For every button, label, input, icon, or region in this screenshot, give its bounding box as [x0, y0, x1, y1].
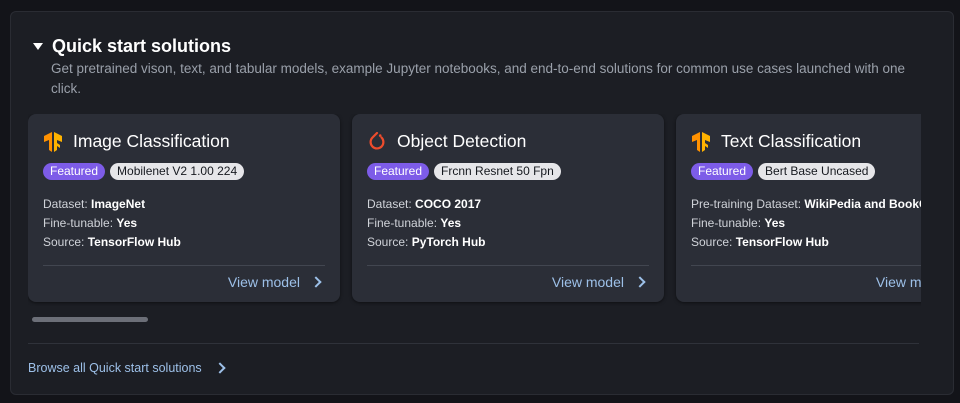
featured-badge: Featured — [367, 163, 430, 180]
chevron-right-icon — [634, 276, 646, 288]
source-value: TensorFlow Hub — [735, 235, 829, 249]
card-divider — [43, 265, 325, 266]
model-badge: Bert Base Uncased — [758, 163, 876, 180]
chevron-right-icon — [310, 276, 322, 288]
solution-card[interactable]: Image Classification Featured Mobilenet … — [28, 114, 340, 302]
quick-start-panel: Quick start solutions Get pretrained vis… — [10, 11, 954, 395]
source-value: TensorFlow Hub — [87, 235, 181, 249]
finetune-value: Yes — [116, 216, 138, 230]
view-model-label[interactable]: View model — [552, 274, 624, 290]
finetune-label: Fine-tunable: — [691, 216, 762, 230]
section-description: Get pretrained vison, text, and tabular … — [51, 61, 905, 96]
caret-down-icon[interactable] — [33, 43, 43, 50]
chevron-right-icon — [214, 362, 226, 374]
finetune-label: Fine-tunable: — [367, 216, 438, 230]
dataset-value: COCO 2017 — [415, 197, 482, 211]
browse-all-label[interactable]: Browse all Quick start solutions — [28, 361, 202, 375]
card-details: Dataset: COCO 2017 Fine-tunable: Yes Sou… — [367, 195, 485, 252]
view-model-label[interactable]: View model — [228, 274, 300, 290]
card-details: Pre-training Dataset: WikiPedia and Book… — [691, 195, 921, 252]
view-model-link[interactable]: View model — [552, 274, 646, 290]
dataset-value: ImageNet — [91, 197, 146, 211]
dataset-value: WikiPedia and BookCorpus — [804, 197, 921, 211]
section-title: Quick start solutions — [52, 36, 232, 56]
source-label: Source: — [691, 235, 733, 249]
tensorflow-icon — [692, 131, 710, 152]
cards-carousel[interactable]: Image Classification Featured Mobilenet … — [28, 114, 921, 306]
model-badge: Mobilenet V2 1.00 224 — [110, 163, 245, 180]
finetune-label: Fine-tunable: — [43, 216, 114, 230]
model-badge: Frcnn Resnet 50 Fpn — [434, 163, 561, 180]
card-divider — [691, 265, 921, 266]
dataset-label: Dataset: — [43, 197, 88, 211]
view-model-link[interactable]: View model — [228, 274, 322, 290]
solution-card[interactable]: Object Detection Featured Frcnn Resnet 5… — [352, 114, 664, 302]
card-details: Dataset: ImageNet Fine-tunable: Yes Sour… — [43, 195, 181, 252]
featured-badge: Featured — [691, 163, 754, 180]
card-divider — [367, 265, 649, 266]
view-model-link[interactable]: View model — [876, 274, 921, 290]
horizontal-scrollbar[interactable] — [32, 317, 148, 322]
card-title: Object Detection — [397, 131, 527, 151]
view-model-label[interactable]: View model — [876, 274, 921, 290]
dataset-label: Dataset: — [367, 197, 412, 211]
solution-card[interactable]: Text Classification Featured Bert Base U… — [676, 114, 921, 302]
featured-badge: Featured — [43, 163, 106, 180]
card-title: Image Classification — [73, 131, 230, 151]
card-title: Text Classification — [721, 131, 862, 151]
source-label: Source: — [367, 235, 409, 249]
source-value: PyTorch Hub — [411, 235, 486, 249]
dataset-label: Pre-training Dataset: — [691, 197, 802, 211]
section-divider — [28, 343, 919, 344]
source-label: Source: — [43, 235, 85, 249]
browse-all-link[interactable]: Browse all Quick start solutions — [28, 361, 226, 375]
finetune-value: Yes — [764, 216, 786, 230]
section-toggle[interactable]: Quick start solutions — [33, 36, 231, 57]
finetune-value: Yes — [440, 216, 462, 230]
pytorch-icon — [369, 131, 385, 149]
tensorflow-icon — [44, 131, 62, 152]
